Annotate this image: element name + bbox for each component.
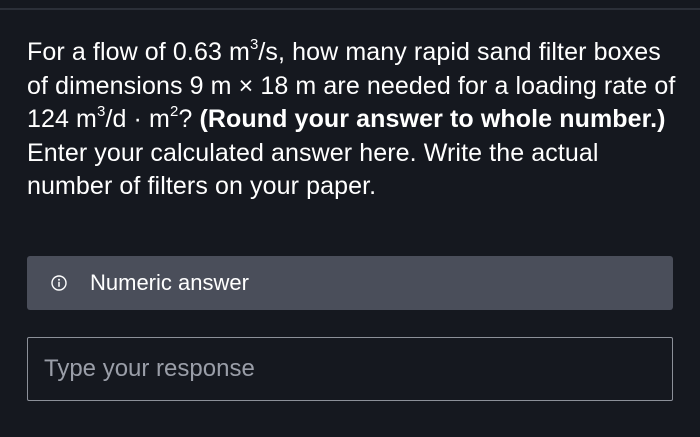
top-divider (0, 8, 700, 10)
superscript-cubed-1: 3 (249, 35, 259, 53)
answer-type-hint: Numeric answer (27, 256, 673, 310)
question-text: For a flow of 0.63 m3/s, how many rapid … (27, 36, 677, 204)
hint-label: Numeric answer (90, 270, 249, 295)
question-part-5: Enter your calculated answer here. Write… (27, 138, 599, 201)
response-input[interactable] (27, 337, 673, 401)
superscript-squared: 2 (169, 102, 179, 120)
superscript-cubed-2: 3 (96, 102, 106, 120)
rounding-instruction: (Round your answer to whole number.) (199, 105, 666, 133)
question-part-4: ? (178, 105, 200, 133)
question-part-1: For a flow of 0.63 m (27, 38, 250, 66)
question-part-3: /d · m (105, 105, 170, 133)
info-icon (51, 275, 67, 291)
